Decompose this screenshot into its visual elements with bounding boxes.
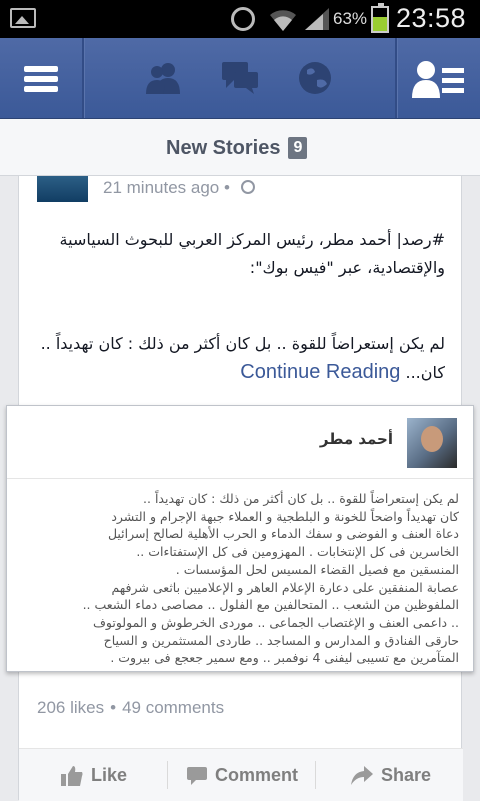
alarm-icon [231,7,255,31]
friend-requests-icon[interactable] [143,60,183,96]
like-button[interactable]: Like [61,749,127,801]
menu-icon[interactable] [24,66,58,92]
signal-icon [305,8,329,30]
battery-percent: 63% [333,9,368,28]
author-name[interactable]: أحمد مطر [320,430,393,448]
preview-line: الخاسرين فى كل الإنتخابات . المهزومين فى… [136,544,459,560]
thumbs-up-icon [61,766,83,787]
preview-header: أحمد مطر [7,406,473,479]
preview-line: المتآمرين مع تسيبى ليفنى 4 نوفمبر .. ومع… [110,650,459,666]
battery-icon [371,3,389,33]
share-label: Share [381,765,432,785]
preview-line: لم يكن إستعراضاً للقوة .. بل كان أكثر من… [143,491,459,506]
preview-line: كان تهديداً واضحاً للخونة و البلطجية و ا… [111,508,459,524]
new-stories-count-badge: 9 [288,137,308,159]
comment-label: Comment [215,765,299,785]
page-avatar[interactable] [37,176,88,202]
clock: 23:58 [396,3,467,33]
preview-text: لم يكن إستعراضاً للقوة .. بل كان أكثر من… [21,490,459,667]
new-stories-label: New Stories [166,137,281,159]
public-globe-icon [241,180,255,194]
comment-button[interactable]: Comment [187,749,298,801]
story-actions: Like Comment Share [19,748,463,801]
like-label: Like [91,765,128,785]
story-text: #رصد| أحمد مطر، رئيس المركز العربي للبحو… [35,226,445,387]
facebook-top-bar [0,38,480,119]
story-text-line: والإقتصادية، عبر "فيس بوك": [249,258,445,277]
shared-post-preview[interactable]: أحمد مطر لم يكن إستعراضاً للقوة .. بل كا… [6,405,474,672]
status-bar: 63% 23:58 [0,0,480,38]
preview-line: عصابة المنفقين على دعارة الإعلام العاهر … [111,579,459,595]
messages-icon[interactable] [220,60,260,96]
story-text-line: كان... [405,363,446,382]
friends-list-icon[interactable] [410,60,466,98]
preview-line: المنسقين مع فصيل القضاء المسيس لحل المؤس… [175,561,459,577]
image-notification-icon [10,8,36,28]
comments-count[interactable]: 49 comments [122,698,224,717]
share-arrow-icon [351,766,373,786]
preview-line: دعاة العنف و الفوضى و سفك الدماء و الحرب… [107,526,459,542]
new-stories-bar[interactable]: New Stories 9 [0,119,480,176]
story-stats: 206 likes • 49 comments [37,698,225,717]
story-text-line: لم يكن إستعراضاً للقوة .. بل كان أكثر من… [40,334,445,353]
preview-line: الملفوظين من الشعب .. المتحالفين مع الفل… [82,597,459,613]
comment-bubble-icon [187,767,207,786]
preview-line: حارقى الفنادق و المدارس و المساجد .. طار… [103,632,459,648]
wifi-icon [270,10,296,32]
notifications-globe-icon[interactable] [295,60,335,96]
continue-reading-link[interactable]: Continue Reading [240,361,400,383]
author-avatar[interactable] [407,418,457,468]
story-timestamp[interactable]: 21 minutes ago • [103,178,230,198]
likes-count[interactable]: 206 likes [37,698,104,717]
share-button[interactable]: Share [351,749,431,801]
preview-line: .. داعمى العنف و الإغتصاب الجماعى .. مور… [92,614,459,630]
story-text-line: #رصد| أحمد مطر، رئيس المركز العربي للبحو… [59,230,445,249]
